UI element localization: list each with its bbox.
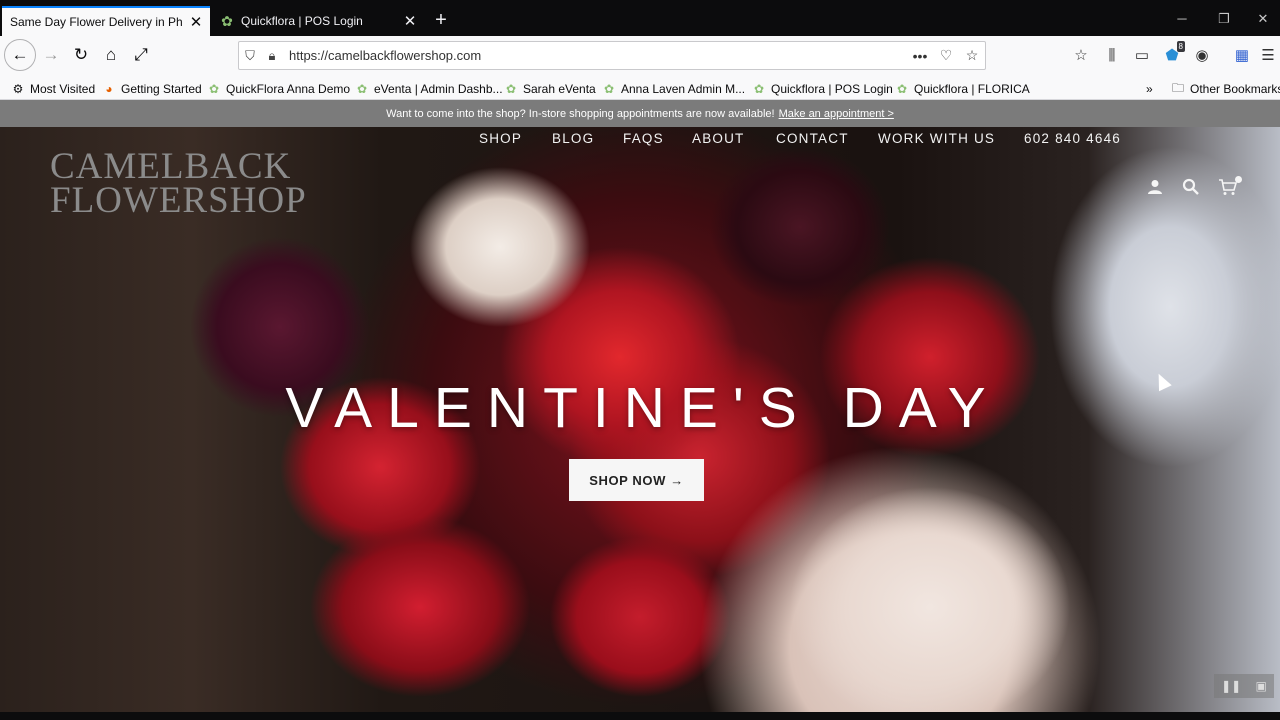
bookmark-label: Quickflora | POS Login	[771, 82, 893, 96]
bookmark-quickflora-pos[interactable]: ✿ Quickflora | POS Login	[752, 80, 893, 98]
video-controls[interactable]: ❚❚ ▣	[1214, 674, 1274, 698]
apps-icon[interactable]: ▦	[1228, 40, 1256, 70]
nav-faqs[interactable]: FAQS	[623, 127, 664, 149]
shield-icon[interactable]: ⛉	[239, 48, 261, 64]
pocket-icon[interactable]: ♡	[933, 47, 959, 64]
logo-line-1: CAMELBACK	[50, 146, 292, 187]
bottom-border	[0, 712, 1280, 720]
bookmark-label: Most Visited	[30, 82, 96, 96]
page-content: Want to come into the shop? In-store sho…	[0, 100, 1280, 720]
bookmark-sarah-eventa[interactable]: ✿ Sarah eVenta	[504, 80, 596, 98]
bookmark-eventa-admin[interactable]: ✿ eVenta | Admin Dashb...	[355, 80, 503, 98]
browser-window: ◧ Same Day Flower Delivery in Ph ✕ ✿ Qui…	[0, 0, 1280, 720]
site-logo[interactable]: CAMELBACK FLOWERSHOP	[50, 146, 330, 221]
clover-icon: ✿	[505, 82, 517, 96]
nav-toolbar: ← → ↻ ⌂ ⤢ ⛉ 🔒︎ https://camelbackflowersh…	[0, 36, 1280, 76]
reload-button[interactable]: ↻	[66, 40, 96, 70]
forward-button[interactable]: →	[36, 40, 66, 70]
picture-in-picture-icon[interactable]: ▣	[1256, 679, 1267, 693]
clover-icon: ✿	[896, 82, 908, 96]
logo-line-2: FLOWERSHOP	[50, 180, 307, 221]
nav-shop[interactable]: SHOP	[479, 127, 522, 149]
gear-icon: ⚙	[12, 82, 24, 96]
bookmark-label: Getting Started	[121, 82, 202, 96]
clover-icon: ✿	[603, 82, 615, 96]
more-actions-icon[interactable]: •••	[907, 48, 933, 64]
shop-now-button[interactable]: SHOP NOW →	[569, 459, 704, 501]
clover-icon: ✿	[208, 82, 220, 96]
bookmarks-toolbar: ⚙ Most Visited ◕ Getting Started ✿ QuickFlo…	[0, 76, 1280, 100]
tab-quickflora[interactable]: ✿ Quickflora | POS Login ✕	[212, 6, 424, 36]
menu-icon[interactable]: ☰	[1256, 40, 1280, 70]
tab-title: Same Day Flower Delivery in Ph	[10, 15, 183, 29]
bookmark-star-icon[interactable]: ☆	[959, 47, 985, 64]
address-bar[interactable]: ⛉ 🔒︎ https://camelbackflowershop.com •••…	[238, 41, 986, 70]
bookmark-label: eVenta | Admin Dashb...	[374, 82, 503, 96]
bookmark-getting-started[interactable]: ◕ Getting Started	[102, 80, 202, 98]
bookmark-quickflora-anna-demo[interactable]: ✿ QuickFlora Anna Demo	[207, 80, 350, 98]
account-icon[interactable]: ◉	[1188, 40, 1216, 70]
lock-icon[interactable]: 🔒︎	[261, 48, 283, 64]
extension-badge: 8	[1176, 41, 1185, 52]
bookmark-label: Quickflora | FLORICA	[914, 82, 1030, 96]
user-icon[interactable]	[1143, 175, 1167, 199]
folder-icon: 🗀	[1171, 80, 1184, 95]
bookmark-label: QuickFlora Anna Demo	[226, 82, 351, 96]
nav-blog[interactable]: BLOG	[552, 127, 594, 149]
close-tab-icon[interactable]: ✕	[186, 13, 206, 31]
clover-icon: ✿	[221, 12, 233, 29]
bookmark-quickflora-florica[interactable]: ✿ Quickflora | FLORICA	[895, 80, 1030, 98]
new-tab-button[interactable]: +	[430, 8, 452, 34]
hero-headline: VALENTINE'S DAY	[285, 376, 1001, 440]
tab-title: Quickflora | POS Login	[241, 14, 363, 28]
hero-banner: CAMELBACK FLOWERSHOP SHOP BLOG FAQS ABOU…	[0, 127, 1280, 720]
cart-icon[interactable]	[1216, 175, 1242, 199]
home-button[interactable]: ⌂	[96, 40, 126, 70]
announcement-bar: Want to come into the shop? In-store sho…	[0, 100, 1280, 127]
cart-count-dot	[1235, 176, 1242, 183]
pause-icon[interactable]: ❚❚	[1221, 679, 1241, 693]
nav-work-with-us[interactable]: WORK WITH US	[878, 127, 995, 149]
library-icon[interactable]: ⫼	[1098, 40, 1126, 70]
nav-phone[interactable]: 602 840 4646	[1024, 127, 1121, 149]
bookmark-label: Anna Laven Admin M...	[621, 82, 746, 96]
other-bookmarks-label: Other Bookmarks	[1190, 82, 1280, 96]
url-text[interactable]: https://camelbackflowershop.com	[283, 48, 907, 63]
reading-list-icon[interactable]: ☆	[1067, 40, 1095, 70]
appointment-link[interactable]: Make an appointment >	[779, 108, 894, 120]
bookmark-most-visited[interactable]: ⚙ Most Visited	[11, 80, 96, 98]
close-tab-icon[interactable]: ✕	[400, 12, 420, 30]
bookmark-anna-laven[interactable]: ✿ Anna Laven Admin M...	[602, 80, 745, 98]
maximize-button[interactable]: ❐	[1204, 8, 1244, 34]
minimize-button[interactable]: ─	[1162, 8, 1202, 34]
other-bookmarks[interactable]: 🗀 Other Bookmarks	[1171, 80, 1280, 98]
tab-active[interactable]: ◧ Same Day Flower Delivery in Ph ✕	[2, 6, 210, 122]
nav-about[interactable]: ABOUT	[692, 127, 745, 149]
announcement-text: Want to come into the shop? In-store sho…	[386, 107, 775, 120]
search-icon[interactable]	[1179, 175, 1203, 199]
clover-icon: ✿	[356, 82, 368, 96]
close-window-button[interactable]: ✕	[1246, 8, 1280, 34]
sidebar-icon[interactable]: ▭	[1128, 40, 1156, 70]
nav-contact[interactable]: CONTACT	[776, 127, 849, 149]
firefox-icon: ◕	[105, 82, 113, 96]
back-button[interactable]: ←	[4, 39, 36, 71]
bookmark-label: Sarah eVenta	[523, 82, 596, 96]
tab-strip: ◧ Same Day Flower Delivery in Ph ✕ ✿ Qui…	[0, 0, 1280, 122]
chevron-right-icon[interactable]: »	[1146, 80, 1153, 98]
fullscreen-icon[interactable]: ⤢	[126, 40, 156, 70]
extension-icon[interactable]: ⬟ 8	[1158, 40, 1186, 70]
clover-icon: ✿	[753, 82, 765, 96]
